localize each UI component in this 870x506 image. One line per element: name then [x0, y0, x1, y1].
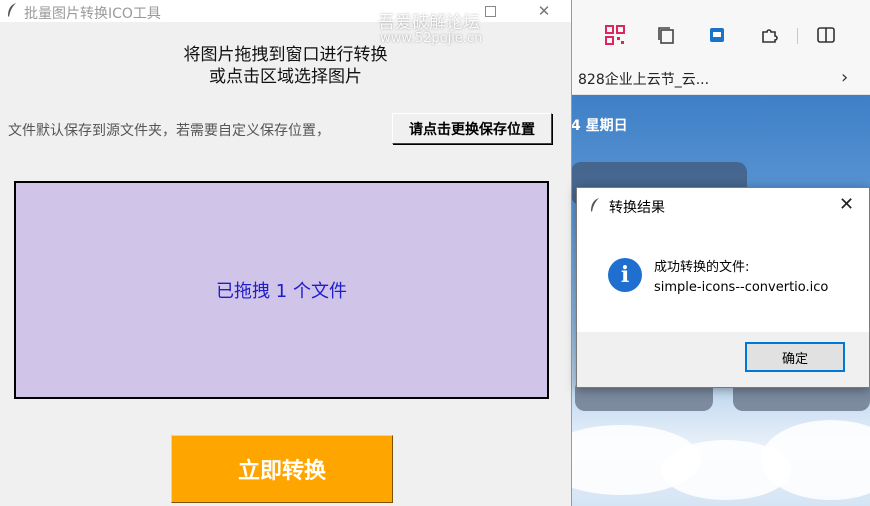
conversion-result-dialog: 转换结果 ✕ i 成功转换的文件: simple-icons--converti…	[576, 187, 870, 388]
change-save-location-button[interactable]: 请点击更换保存位置	[392, 113, 552, 144]
qr-code-icon[interactable]	[604, 24, 626, 46]
toolbar-divider	[797, 28, 798, 44]
title-bar: 批量图片转换ICO工具 ✕	[0, 0, 571, 22]
window-title: 批量图片转换ICO工具	[24, 6, 161, 22]
drop-status-text: 已拖拽 1 个文件	[216, 281, 347, 302]
browser-toolbar	[571, 0, 870, 62]
close-icon[interactable]: ✕	[839, 194, 854, 215]
dialog-title: 转换结果	[609, 200, 665, 216]
collections-icon[interactable]	[655, 24, 677, 46]
chevron-right-icon[interactable]: ›	[841, 67, 848, 88]
drop-area[interactable]: 已拖拽 1 个文件	[14, 181, 549, 399]
instruction-line-2: 或点击区域选择图片	[209, 67, 362, 87]
dialog-footer: 确定	[577, 332, 869, 387]
feather-app-icon	[6, 2, 18, 22]
save-location-hint: 文件默认保存到源文件夹，若需要自定义保存位置，	[8, 123, 330, 139]
message-line-2: simple-icons--convertio.ico	[654, 280, 829, 295]
split-screen-icon[interactable]	[815, 24, 837, 46]
feather-app-icon	[589, 197, 601, 217]
message-line-1: 成功转换的文件:	[654, 260, 750, 275]
drag-instruction: 将图片拖拽到窗口进行转换 或点击区域选择图片	[0, 44, 571, 88]
favorite-link[interactable]: 828企业上云节_云...	[578, 69, 709, 89]
extensions-puzzle-icon[interactable]	[758, 24, 780, 46]
info-icon: i	[608, 258, 642, 292]
convert-now-button[interactable]: 立即转换	[171, 435, 393, 503]
instruction-line-1: 将图片拖拽到窗口进行转换	[183, 45, 388, 65]
ok-button[interactable]: 确定	[745, 342, 845, 372]
watermark-url: www.52pojie.cn	[380, 31, 483, 46]
close-icon[interactable]: ✕	[524, 0, 564, 22]
watermark-title: 吾爱破解论坛	[378, 13, 480, 33]
extension-app-icon[interactable]	[706, 24, 728, 46]
page-date-text: 4 星期日	[571, 118, 628, 134]
dialog-message: 成功转换的文件: simple-icons--convertio.ico	[654, 258, 828, 298]
ico-tool-window: 批量图片转换ICO工具 ✕ 将图片拖拽到窗口进行转换 或点击区域选择图片 文件默…	[0, 0, 572, 506]
favorites-bar: 828企业上云节_云... ›	[571, 62, 870, 95]
